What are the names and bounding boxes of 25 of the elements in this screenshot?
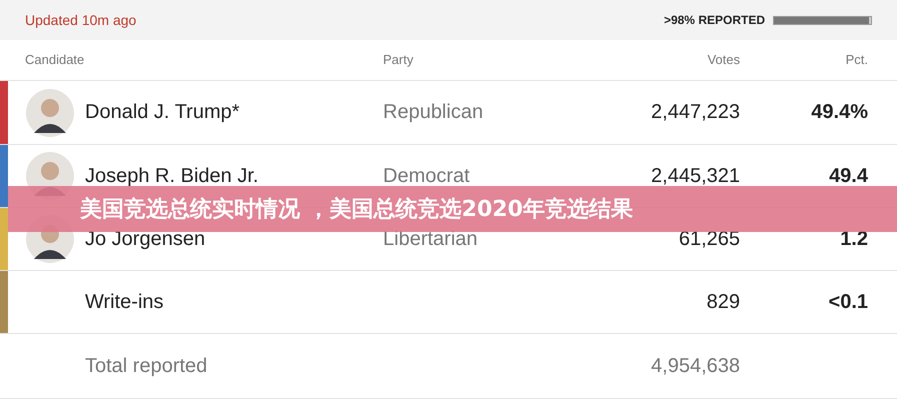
candidate-name: Write-ins xyxy=(84,290,165,314)
banner-title: 美国竞选总统实时情况 ，美国总统竞选2020年竞选结果 xyxy=(80,196,633,224)
candidate-name: Jo Jorgensen xyxy=(84,228,206,250)
candidate-name: Donald J. Trump* xyxy=(84,101,241,124)
vote-count: 2,447,223 xyxy=(650,101,740,124)
party-name: Republican xyxy=(382,101,484,124)
vote-count: 829 xyxy=(706,290,740,314)
candidate-name: Total reported xyxy=(84,354,208,378)
avatar-icon xyxy=(26,88,74,136)
vote-percent: <0.1 xyxy=(828,290,868,314)
reported-label: >98% REPORTED xyxy=(664,13,765,27)
vote-count: 61,265 xyxy=(678,228,740,250)
vote-percent: 49.4 xyxy=(828,164,868,188)
vote-count: 4,954,638 xyxy=(650,354,740,378)
column-header: Votes xyxy=(706,52,740,68)
party-name: Libertarian xyxy=(382,228,479,250)
column-header: Party xyxy=(382,52,414,68)
column-header: Pct. xyxy=(844,52,868,68)
column-header: Candidate xyxy=(24,52,86,68)
candidate-name: Joseph R. Biden Jr. xyxy=(84,164,260,188)
vote-percent: 1.2 xyxy=(839,228,868,250)
vote-count: 2,445,321 xyxy=(650,164,740,188)
updated-time: Updated 10m ago xyxy=(25,12,136,28)
vote-percent: 49.4% xyxy=(810,101,868,124)
party-name: Democrat xyxy=(382,164,471,188)
